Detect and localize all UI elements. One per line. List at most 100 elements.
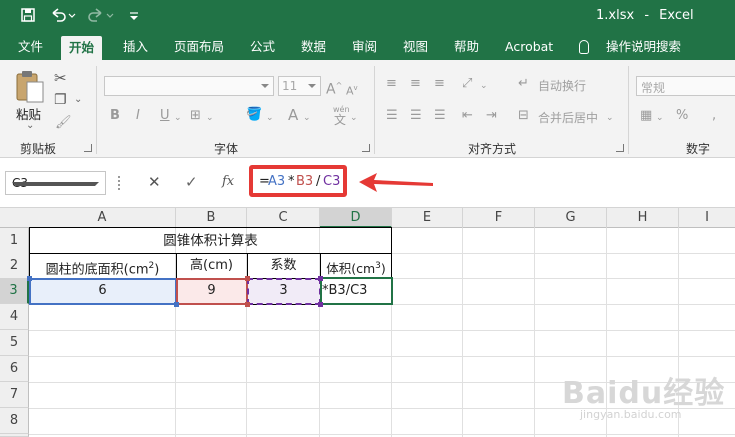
align-bottom-icon[interactable]: ≡ — [434, 76, 445, 92]
chevron-down-icon[interactable]: ⌄ — [174, 110, 182, 126]
enter-icon[interactable]: ✓ — [185, 173, 198, 191]
group-divider — [96, 66, 97, 154]
formula-input[interactable]: = A3 * B3 / C3 — [249, 165, 347, 197]
row-header-3[interactable]: 3 — [0, 278, 29, 304]
save-icon[interactable] — [18, 7, 38, 27]
column-header-i[interactable]: I — [679, 208, 735, 228]
bold-button[interactable]: B — [110, 108, 120, 124]
tab-data[interactable]: 数据 — [301, 34, 326, 60]
lightbulb-icon[interactable] — [579, 40, 589, 54]
tab-insert[interactable]: 插入 — [123, 34, 148, 60]
tab-home[interactable]: 开始 — [61, 36, 103, 60]
borders-icon[interactable]: ⊞ — [190, 108, 201, 124]
column-header-b[interactable]: B — [176, 208, 247, 228]
tab-acrobat[interactable]: Acrobat — [505, 34, 553, 60]
window-title: 1.xlsx - Excel — [596, 8, 694, 23]
underline-button[interactable]: U — [160, 108, 170, 124]
row-header-5[interactable]: 5 — [0, 330, 29, 356]
cell-b3[interactable]: 9 — [176, 278, 247, 304]
tab-review[interactable]: 审阅 — [352, 34, 377, 60]
clipboard-group-label: 剪贴板 — [20, 142, 57, 156]
grow-font-icon[interactable]: A^ — [326, 78, 342, 98]
alignment-launcher-icon[interactable] — [616, 144, 624, 152]
row-header-2[interactable]: 2 — [0, 253, 29, 279]
merge-center-button[interactable]: 合并后居中 — [538, 109, 598, 126]
chevron-down-icon[interactable]: ⌄ — [26, 120, 34, 131]
row-header-8[interactable]: 8 — [0, 408, 29, 434]
copy-icon[interactable]: ❐ — [54, 92, 67, 108]
tab-help[interactable]: 帮助 — [454, 34, 479, 60]
table-title: 圆锥体积计算表 — [163, 233, 258, 249]
header-height: 高(cm) — [190, 258, 233, 273]
align-middle-icon[interactable]: ≡ — [410, 76, 421, 92]
align-center-icon[interactable]: ☰ — [410, 108, 422, 124]
group-divider — [374, 66, 375, 154]
column-header-e[interactable]: E — [392, 208, 463, 228]
insert-function-icon[interactable]: fx — [222, 173, 234, 191]
currency-icon[interactable]: ▦ — [640, 108, 652, 124]
chevron-down-icon[interactable]: ⌄ — [266, 110, 274, 126]
align-right-icon[interactable]: ☰ — [434, 108, 446, 124]
tab-file[interactable]: 文件 — [18, 34, 43, 60]
increase-indent-icon[interactable]: ⇥ — [486, 108, 497, 124]
cell-d3[interactable]: *B3/C3 — [322, 278, 390, 304]
paste-icon[interactable] — [14, 68, 46, 104]
customize-quick-access-icon[interactable] — [126, 7, 142, 27]
column-header-d[interactable]: D — [320, 208, 392, 228]
wrap-text-button[interactable]: 自动换行 — [538, 77, 586, 94]
name-box[interactable]: C3 — [5, 171, 106, 195]
cut-icon[interactable]: ✂ — [54, 69, 67, 87]
column-header-a[interactable]: A — [29, 208, 176, 228]
chevron-down-icon[interactable]: ⌄ — [206, 110, 214, 126]
row-header-6[interactable]: 6 — [0, 356, 29, 382]
number-format-dropdown[interactable]: 常规 — [636, 76, 735, 96]
cell-a3[interactable]: 6 — [29, 278, 176, 304]
redo-icon[interactable] — [86, 7, 116, 27]
tell-me-search[interactable]: 操作说明搜索 — [606, 34, 681, 60]
chevron-down-icon[interactable]: ⌄ — [480, 78, 488, 94]
font-color-icon[interactable]: A — [288, 107, 298, 123]
column-header-f[interactable]: F — [463, 208, 535, 228]
alignment-group-label: 对齐方式 — [468, 142, 517, 156]
cell-c3[interactable]: 3 — [247, 278, 320, 304]
row-header-1[interactable]: 1 — [0, 228, 29, 254]
font-launcher-icon[interactable] — [362, 144, 370, 152]
tab-view[interactable]: 视图 — [403, 34, 428, 60]
chevron-down-icon[interactable]: ⌄ — [74, 94, 82, 105]
column-header-g[interactable]: G — [535, 208, 607, 228]
format-painter-icon[interactable]: 🖌 — [55, 115, 72, 130]
chevron-down-icon[interactable]: ⌄ — [303, 110, 311, 126]
font-size-dropdown[interactable]: 11 — [278, 76, 321, 96]
font-name-dropdown[interactable] — [104, 76, 274, 96]
column-header-h[interactable]: H — [607, 208, 679, 228]
group-divider — [628, 66, 629, 154]
percent-icon[interactable]: % — [676, 108, 688, 124]
formula-bar-grip[interactable] — [118, 176, 121, 190]
wrap-text-icon[interactable]: ↵ — [518, 76, 529, 92]
italic-button[interactable]: I — [136, 108, 140, 124]
chevron-down-icon[interactable]: ⌄ — [606, 110, 614, 126]
undo-icon[interactable] — [48, 7, 78, 27]
comma-style-icon[interactable]: , — [712, 108, 716, 124]
decrease-indent-icon[interactable]: ⇤ — [462, 108, 473, 124]
shrink-font-icon[interactable]: Av — [346, 80, 358, 100]
row-header-7[interactable]: 7 — [0, 382, 29, 408]
row-header-4[interactable]: 4 — [0, 304, 29, 330]
column-headers: A B C D E F G H I — [0, 208, 735, 228]
column-header-c[interactable]: C — [247, 208, 320, 228]
clipboard-launcher-icon[interactable] — [84, 144, 92, 152]
tab-page-layout[interactable]: 页面布局 — [174, 34, 224, 60]
chevron-down-icon[interactable]: ⌄ — [350, 110, 358, 126]
align-top-icon[interactable]: ≡ — [386, 76, 397, 92]
align-left-icon[interactable]: ☰ — [386, 108, 398, 124]
orientation-icon[interactable]: ⤢ — [462, 76, 472, 92]
fill-color-icon[interactable]: 🪣 — [246, 107, 262, 123]
font-group-label: 字体 — [214, 142, 239, 156]
ribbon-home: 粘贴 ⌄ ✂ ❐ ⌄ 🖌 剪贴板 11 A^ Av B I U ⌄ ⊞ ⌄ 🪣 … — [0, 60, 735, 158]
callout-arrow-icon — [359, 173, 433, 192]
tab-formulas[interactable]: 公式 — [250, 34, 275, 60]
baidu-watermark: Baidu经验 jingyan.baidu.com — [562, 376, 726, 421]
merge-center-icon[interactable]: ⊟ — [518, 108, 529, 124]
cancel-icon[interactable]: ✕ — [148, 173, 161, 191]
chevron-down-icon[interactable]: ⌄ — [656, 110, 664, 126]
